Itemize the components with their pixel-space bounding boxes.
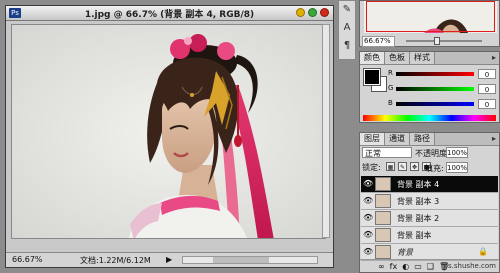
watermark: ps.shushe.com: [443, 262, 496, 270]
layers-panel-tabs: 图层 通道 路径: [360, 133, 499, 146]
blue-value[interactable]: 0: [478, 99, 496, 109]
lock-icon: 🔒: [478, 247, 488, 256]
portrait-image: [12, 25, 325, 238]
green-slider[interactable]: [396, 87, 474, 91]
red-slider[interactable]: [396, 72, 474, 76]
layer-name: 背景 副本 2: [397, 214, 440, 223]
blend-mode-select[interactable]: 正常: [362, 147, 412, 158]
eye-icon[interactable]: 👁: [363, 247, 373, 257]
lock-row: 锁定: ▦ ✎ ✥ ■ 填充: 100%: [362, 162, 497, 174]
layer-row[interactable]: 👁 背景 副本 4: [361, 176, 498, 193]
layer-name: 背景 副本 4: [397, 180, 440, 189]
new-group-icon[interactable]: ▭: [414, 262, 422, 271]
blue-slider-row: B 0: [388, 99, 498, 109]
opacity-label: 不透明度:: [415, 149, 450, 158]
red-value[interactable]: 0: [478, 69, 496, 79]
layer-name: 背景 副本: [397, 231, 432, 240]
red-slider-row: R 0: [388, 69, 498, 79]
green-value[interactable]: 0: [478, 84, 496, 94]
layer-row[interactable]: 👁 背景 副本 2: [361, 210, 498, 227]
fill-label: 填充:: [425, 164, 444, 173]
blue-label: B: [388, 99, 393, 107]
layer-thumbnail: [375, 177, 391, 191]
lock-position-icon[interactable]: ✥: [410, 162, 419, 171]
document-title: 1.jpg @ 66.7% (背景 副本 4, RGB/8): [84, 10, 255, 20]
status-menu-arrow-icon[interactable]: ▶: [166, 255, 172, 264]
history-brush-icon[interactable]: ✎: [339, 1, 355, 19]
layer-style-icon[interactable]: fx: [390, 262, 398, 271]
green-label: G: [388, 84, 394, 92]
layer-thumbnail: [375, 245, 391, 259]
layer-thumbnail: [375, 194, 391, 208]
navigator-panel: 66.67%: [359, 0, 500, 47]
type-tool-icon[interactable]: A: [339, 19, 355, 37]
document-window: Ps 1.jpg @ 66.7% (背景 副本 4, RGB/8) 66.67%…: [5, 5, 334, 268]
red-label: R: [388, 69, 393, 77]
navigator-zoom-knob[interactable]: [434, 37, 440, 45]
fill-input[interactable]: 100%: [446, 162, 468, 173]
window-controls: [296, 8, 329, 17]
tab-styles[interactable]: 样式: [410, 52, 435, 64]
horizontal-scroll-thumb[interactable]: [213, 257, 269, 263]
minimize-button[interactable]: [296, 8, 305, 17]
layers-panel: 图层 通道 路径 ▸ 正常 不透明度: 100% 锁定: ▦ ✎ ✥ ■ 填充:…: [359, 132, 500, 273]
new-layer-icon[interactable]: ❑: [427, 262, 434, 271]
layer-thumbnail: [375, 228, 391, 242]
horizontal-scrollbar[interactable]: [182, 256, 318, 264]
layer-row[interactable]: 👁 背景 副本 3: [361, 193, 498, 210]
eye-icon[interactable]: 👁: [363, 179, 373, 189]
panel-dock-strip: ✎ A ¶: [338, 0, 356, 60]
navigator-view-box[interactable]: [366, 1, 495, 32]
layer-thumbnail: [375, 211, 391, 225]
layer-list: 👁 背景 副本 4 👁 背景 副本 3 👁 背景 副本 2 👁 背景 副本 👁 …: [361, 176, 498, 261]
adjustment-layer-icon[interactable]: ◐: [402, 262, 409, 271]
layer-row[interactable]: 👁 背景 副本: [361, 227, 498, 244]
tab-channels[interactable]: 通道: [385, 133, 410, 145]
lock-pixels-icon[interactable]: ✎: [398, 162, 407, 171]
tab-paths[interactable]: 路径: [410, 133, 435, 145]
navigator-zoom-slider[interactable]: [406, 40, 482, 42]
color-panel: 颜色 色板 样式 ▸ R 0 G 0 B 0: [359, 51, 500, 123]
status-bar: 66.67% 文档:1.22M/6.12M ▶: [6, 252, 333, 267]
tab-swatches[interactable]: 色板: [385, 52, 410, 64]
vertical-scrollbar[interactable]: [322, 24, 330, 238]
close-button[interactable]: [320, 8, 329, 17]
layer-name: 背景 副本 3: [397, 197, 440, 206]
zoom-field[interactable]: 66.67%: [12, 255, 43, 264]
green-slider-row: G 0: [388, 84, 498, 94]
lock-label: 锁定:: [362, 163, 381, 172]
panel-menu-icon[interactable]: ▸: [492, 53, 496, 62]
layer-name: 背景: [397, 248, 413, 257]
navigator-thumbnail[interactable]: [364, 1, 497, 33]
foreground-color-swatch[interactable]: [363, 68, 381, 86]
tab-color[interactable]: 颜色: [360, 52, 385, 64]
layer-options-row: 正常 不透明度: 100%: [362, 147, 497, 159]
eye-icon[interactable]: 👁: [363, 196, 373, 206]
blue-slider[interactable]: [396, 102, 474, 106]
link-layers-icon[interactable]: ∞: [378, 262, 385, 271]
tab-layers[interactable]: 图层: [360, 133, 385, 145]
eye-icon[interactable]: 👁: [363, 230, 373, 240]
layers-menu-icon[interactable]: ▸: [492, 134, 496, 143]
document-titlebar[interactable]: Ps 1.jpg @ 66.7% (背景 副本 4, RGB/8): [6, 6, 333, 21]
color-panel-tabs: 颜色 色板 样式: [360, 52, 499, 65]
eye-icon[interactable]: 👁: [363, 213, 373, 223]
color-spectrum-bar[interactable]: [363, 115, 496, 121]
navigator-zoom-field[interactable]: 66.67%: [362, 36, 395, 47]
opacity-input[interactable]: 100%: [446, 147, 468, 158]
document-size: 文档:1.22M/6.12M: [80, 256, 151, 265]
canvas[interactable]: [11, 24, 326, 239]
paragraph-icon[interactable]: ¶: [339, 37, 355, 55]
lock-transparency-icon[interactable]: ▦: [386, 162, 395, 171]
maximize-button[interactable]: [308, 8, 317, 17]
